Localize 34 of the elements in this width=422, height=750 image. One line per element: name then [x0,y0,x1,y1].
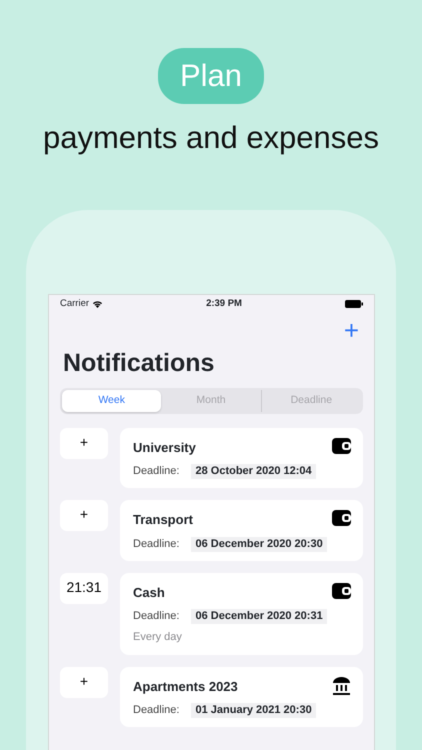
deadline-label: Deadline: [133,704,180,718]
notification-card[interactable]: University Deadline: 28 October 2020 12:04 [120,428,363,488]
wallet-icon [332,510,351,526]
deadline-label: Deadline: [133,465,180,478]
deadline-label: Deadline: [133,538,180,551]
deadline-value: 28 October 2020 12:04 [191,464,316,480]
headline: payments and expenses [42,119,380,157]
time-button[interactable]: + [60,666,108,698]
battery-icon [345,300,363,308]
time-button[interactable]: + [60,428,108,459]
carrier-label: Carrier [60,296,90,311]
segment-tab[interactable]: Week [62,390,162,412]
repeat-label: Every day [133,630,183,646]
deadline-value: 01 January 2021 20:30 [191,703,316,718]
card-title: Cash [133,584,165,602]
time-button[interactable]: + [60,500,108,532]
add-button[interactable]: + [344,317,363,343]
card-title: Transport [133,511,193,530]
deadline-value: 06 December 2020 20:30 [191,536,327,552]
screen-title: Notifications [63,348,216,379]
time-button[interactable]: 21:31 [60,572,108,604]
wifi-icon [92,300,104,308]
plan-badge: Plan [158,48,264,104]
card-title: Apartments 2023 [133,678,238,696]
deadline-label: Deadline: [133,610,180,624]
clock-time: 2:39 PM [205,296,243,311]
wallet-icon [332,582,351,599]
notification-card[interactable]: Apartments 2023 Deadline: 01 January 2021 20:30 [120,666,363,728]
card-title: University [133,438,196,457]
notification-card[interactable]: Cash Deadline: 06 December 2020 20:31 Every day [120,572,363,655]
notification-card[interactable]: Transport Deadline: 06 December 2020 20:30 [120,500,363,561]
bank-icon [332,676,351,695]
wallet-icon [332,438,351,454]
deadline-value: 06 December 2020 20:31 [191,609,327,624]
